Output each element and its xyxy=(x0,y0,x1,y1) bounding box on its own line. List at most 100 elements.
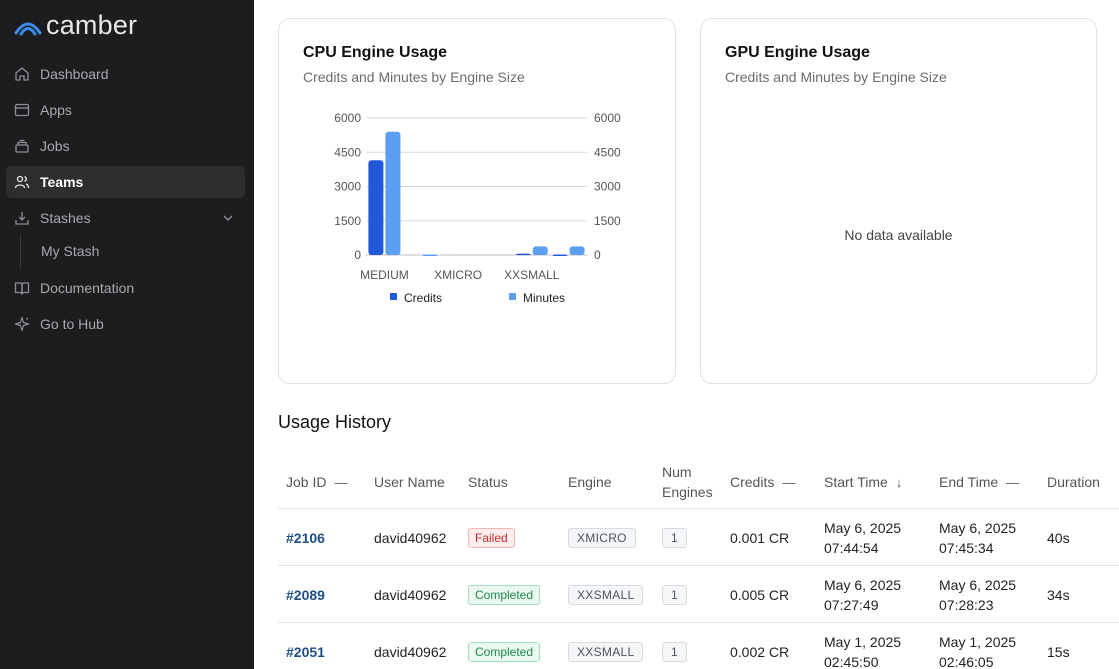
bar-credits-medium xyxy=(368,160,384,255)
y-tick-label-right: 4500 xyxy=(594,145,621,159)
legend-swatch-credits xyxy=(390,293,397,300)
x-tick-label: XXSMALL xyxy=(504,268,560,282)
legend-label-minutes: Minutes xyxy=(523,291,565,305)
y-tick-label-left: 0 xyxy=(354,248,361,262)
end-date: May 6, 2025 xyxy=(939,519,1017,536)
y-tick-label-left: 4500 xyxy=(334,145,361,159)
start-date: May 6, 2025 xyxy=(824,576,902,593)
engine-tag: XXSMALL xyxy=(568,641,644,662)
column-header-label: Engine xyxy=(568,474,612,490)
column-header-start-time[interactable]: Start Time ↓ xyxy=(824,455,902,509)
y-tick-label-left: 1500 xyxy=(334,214,361,228)
y-tick-label-left: 6000 xyxy=(334,111,361,125)
sort-neutral-icon[interactable]: — xyxy=(334,475,347,490)
status-badge: Completed xyxy=(468,641,541,662)
y-tick-label-right: 6000 xyxy=(594,111,621,125)
job-id-link[interactable]: #2106 xyxy=(286,509,325,566)
usage-history-title: Usage History xyxy=(278,412,392,432)
status-badge: Completed xyxy=(468,584,541,605)
sidebar-item-apps[interactable]: Apps xyxy=(6,94,245,126)
window-icon xyxy=(14,102,30,118)
y-tick-label-right: 0 xyxy=(594,248,601,262)
arrow-down-icon[interactable]: ↓ xyxy=(896,475,903,490)
column-header-label: Credits xyxy=(730,474,775,490)
column-header-label: Duration xyxy=(1047,474,1100,490)
table-row: #2051 david40962 Completed XXSMALL 1 0.0… xyxy=(278,623,1119,669)
job-id-link[interactable]: #2051 xyxy=(286,623,325,669)
sidebar-item-documentation[interactable]: Documentation xyxy=(6,272,245,304)
column-header-engine[interactable]: Engine xyxy=(568,455,612,509)
bar-minutes-xxxsmall xyxy=(569,246,585,255)
end-date: May 1, 2025 xyxy=(939,633,1017,650)
y-tick-label-left: 3000 xyxy=(334,180,361,194)
sidebar-item-label: Documentation xyxy=(40,280,135,296)
sort-neutral-icon[interactable]: — xyxy=(782,475,795,490)
job-id-link[interactable]: #2089 xyxy=(286,566,325,623)
users-icon xyxy=(14,174,30,190)
engine-tag: XXSMALL xyxy=(568,584,644,605)
sidebar: camber Dashboard Apps Jobs Teams Stashes… xyxy=(0,0,254,669)
column-header-status[interactable]: Status xyxy=(468,455,508,509)
legend-swatch-minutes xyxy=(509,293,516,300)
book-icon xyxy=(14,280,30,296)
duration-cell: 34s xyxy=(1047,586,1070,603)
sidebar-item-label: Stashes xyxy=(40,210,91,226)
gpu-empty-message: No data available xyxy=(844,227,953,243)
sidebar-item-label: Dashboard xyxy=(40,66,109,82)
bar-minutes-small xyxy=(422,254,438,257)
table-row: #2089 david40962 Completed XXSMALL 1 0.0… xyxy=(278,566,1119,623)
start-time-cell: May 6, 2025 07:27:49 xyxy=(824,566,901,623)
chevron-down-icon[interactable] xyxy=(221,211,235,225)
user-name-cell: david40962 xyxy=(374,529,447,546)
sidebar-item-dashboard[interactable]: Dashboard xyxy=(6,58,245,90)
sparkle-icon xyxy=(14,316,30,332)
sort-neutral-icon[interactable]: — xyxy=(1006,475,1019,490)
end-time-cell: May 6, 2025 07:28:23 xyxy=(939,566,1016,623)
stashes-subnav: My Stash xyxy=(20,234,245,268)
bar-credits-xxsmall xyxy=(515,253,531,256)
start-time-cell: May 6, 2025 07:44:54 xyxy=(824,509,901,566)
status-badge: Failed xyxy=(468,527,515,548)
duration-cell: 40s xyxy=(1047,529,1070,546)
num-engines-badge: 1 xyxy=(662,527,687,548)
start-date: May 6, 2025 xyxy=(824,519,902,536)
stack-icon xyxy=(14,138,30,154)
sidebar-item-go-to-hub[interactable]: Go to Hub xyxy=(6,308,245,340)
column-header-credits[interactable]: Credits — xyxy=(730,455,795,509)
end-clock: 07:45:34 xyxy=(939,539,994,556)
start-clock: 07:44:54 xyxy=(824,539,879,556)
sidebar-subitem-my-stash[interactable]: My Stash xyxy=(41,243,99,259)
num-engines-cell: 1 xyxy=(662,566,687,623)
credits-cell: 0.005 CR xyxy=(730,586,790,603)
user-name-cell: david40962 xyxy=(374,643,447,660)
duration-cell: 15s xyxy=(1047,643,1070,660)
sidebar-item-stashes[interactable]: Stashes xyxy=(6,202,245,234)
column-header-user-name[interactable]: User Name xyxy=(374,455,445,509)
engine-cell: XXSMALL xyxy=(568,623,644,669)
sidebar-item-label: Go to Hub xyxy=(40,316,104,332)
sidebar-nav: Dashboard Apps Jobs Teams Stashes My Sta… xyxy=(6,58,245,344)
column-header-job-id[interactable]: Job ID — xyxy=(286,455,347,509)
bar-minutes-medium xyxy=(385,131,401,255)
y-tick-label-right: 1500 xyxy=(594,214,621,228)
end-clock: 02:46:05 xyxy=(939,653,994,669)
column-header-end-time[interactable]: End Time — xyxy=(939,455,1019,509)
start-clock: 02:45:50 xyxy=(824,653,879,669)
column-header-num-engines[interactable]: Num Engines xyxy=(662,455,713,509)
sidebar-item-teams[interactable]: Teams xyxy=(6,166,245,198)
sidebar-item-label: Jobs xyxy=(40,138,70,154)
column-header-duration[interactable]: Duration xyxy=(1047,455,1119,509)
bar-credits-xxxsmall xyxy=(552,254,568,257)
x-tick-label: XMICRO xyxy=(434,268,482,282)
engine-tag: XMICRO xyxy=(568,527,636,548)
camber-logo[interactable]: camber xyxy=(14,11,137,39)
gpu-card-subtitle: Credits and Minutes by Engine Size xyxy=(725,69,947,85)
table-header: Job ID — User Name Status Engine Num Eng… xyxy=(278,455,1119,509)
legend-label-credits: Credits xyxy=(404,291,442,305)
logo-text: camber xyxy=(46,10,138,40)
sidebar-item-jobs[interactable]: Jobs xyxy=(6,130,245,162)
x-tick-label: MEDIUM xyxy=(360,268,409,282)
engine-cell: XMICRO xyxy=(568,509,636,566)
end-clock: 07:28:23 xyxy=(939,596,994,613)
camber-logo-icon xyxy=(14,22,42,36)
